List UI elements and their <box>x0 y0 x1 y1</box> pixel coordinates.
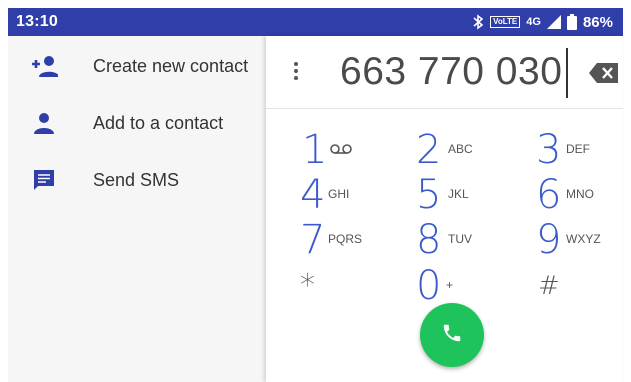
add-person-icon <box>30 52 58 80</box>
volte-indicator: VoLTE <box>490 16 521 28</box>
phone-icon <box>441 322 463 349</box>
key-digit: 5 <box>416 172 442 218</box>
battery-percentage: 86% <box>582 13 613 31</box>
key-digit: 2 <box>416 127 442 173</box>
dialpad-key-star[interactable]: * <box>300 264 340 308</box>
key-letters: MNO <box>566 187 594 201</box>
key-digit: 6 <box>536 172 562 218</box>
key-digit: 7 <box>300 217 326 263</box>
text-cursor <box>566 48 568 98</box>
status-bar: 13:10 VoLTE 4G 86% <box>8 8 623 36</box>
dialpad-key-8[interactable]: 8 TUV <box>416 218 496 262</box>
dialpad-key-2[interactable]: 2 ABC <box>416 128 496 172</box>
key-letters: + <box>446 278 454 292</box>
key-letters: ABC <box>448 142 473 156</box>
key-digit: * <box>300 268 315 303</box>
key-digit: 9 <box>536 217 562 263</box>
dialpad-key-5[interactable]: 5 JKL <box>416 173 496 217</box>
voicemail-icon <box>330 142 352 160</box>
dialpad-key-hash[interactable]: # <box>538 264 578 308</box>
backspace-icon[interactable] <box>588 62 620 84</box>
person-icon <box>30 109 58 137</box>
signal-icon <box>546 15 561 29</box>
network-type: 4G <box>526 16 541 28</box>
number-row: 663 770 030 <box>266 36 623 109</box>
contact-options-panel: Create new contact Add to a contact Send… <box>8 36 266 382</box>
screen-frame-left <box>0 0 8 382</box>
menu-item-label: Add to a contact <box>93 112 224 133</box>
dialpad-panel: 663 770 030 1 2 ABC 3 DEF 4 GHI 5 JKL 6 … <box>266 36 623 382</box>
key-letters: PQRS <box>328 232 363 246</box>
key-letters: GHI <box>328 187 350 201</box>
dialpad-key-7[interactable]: 7 PQRS <box>300 218 380 262</box>
call-button[interactable] <box>420 303 484 367</box>
key-digit: # <box>538 271 560 301</box>
dialpad-key-4[interactable]: 4 GHI <box>300 173 380 217</box>
dialpad-key-6[interactable]: 6 MNO <box>536 173 616 217</box>
status-icons: VoLTE 4G 86% <box>472 12 613 32</box>
dialpad-key-1[interactable]: 1 <box>302 128 372 172</box>
key-digit: 4 <box>300 172 326 218</box>
key-digit: 8 <box>416 217 442 263</box>
more-options-icon[interactable] <box>288 60 304 84</box>
key-letters: WXYZ <box>566 232 601 246</box>
dialpad-key-3[interactable]: 3 DEF <box>536 128 616 172</box>
add-to-contact-item[interactable]: Add to a contact <box>8 103 266 143</box>
dialed-number[interactable]: 663 770 030 <box>340 50 562 94</box>
status-time: 13:10 <box>16 13 58 30</box>
battery-icon <box>566 14 577 30</box>
dialpad-key-0[interactable]: 0 + <box>416 264 476 308</box>
message-icon <box>30 166 58 194</box>
create-new-contact-item[interactable]: Create new contact <box>8 46 266 86</box>
key-digit: 0 <box>416 263 442 309</box>
key-letters: DEF <box>566 142 590 156</box>
send-sms-item[interactable]: Send SMS <box>8 160 266 200</box>
bluetooth-icon <box>472 14 484 30</box>
key-letters: TUV <box>448 232 472 246</box>
key-letters: JKL <box>448 187 469 201</box>
dialpad-key-9[interactable]: 9 WXYZ <box>536 218 616 262</box>
screen-frame-right <box>623 0 631 382</box>
menu-item-label: Send SMS <box>93 169 180 190</box>
key-digit: 3 <box>536 127 562 173</box>
key-digit: 1 <box>302 127 328 173</box>
menu-item-label: Create new contact <box>93 55 249 76</box>
